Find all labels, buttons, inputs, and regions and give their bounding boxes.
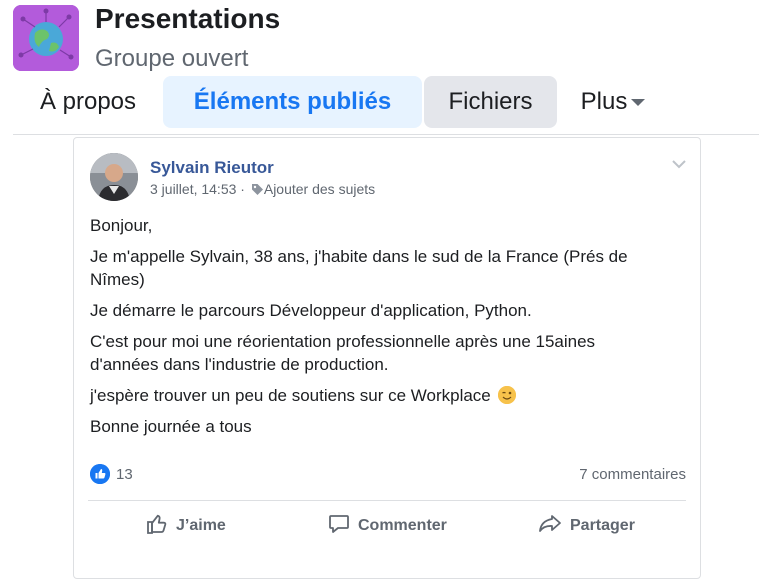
reactions-summary[interactable]: 13: [90, 464, 133, 486]
caret-down-icon: [631, 99, 646, 107]
globe-network-icon: [13, 5, 79, 71]
tab-more-label: Plus: [580, 88, 628, 115]
post-paragraph: C'est pour moi une réorientation profess…: [90, 332, 596, 374]
winking-face-icon: [497, 386, 516, 404]
tab-posts[interactable]: Éléments publiés: [163, 76, 422, 128]
add-topics-link[interactable]: Ajouter des sujets: [249, 181, 375, 197]
group-privacy-label: Groupe ouvert: [95, 45, 249, 72]
reactions-count: 13: [116, 466, 133, 483]
post-options-button[interactable]: [672, 156, 686, 169]
post-body: Bonjour, Je m'appelle Sylvain, 38 ans, j…: [90, 214, 660, 446]
tag-icon: [251, 184, 263, 195]
avatar[interactable]: [90, 153, 138, 201]
thumbs-up-icon: [147, 514, 167, 534]
group-avatar[interactable]: [13, 5, 79, 71]
share-arrow-icon: [539, 515, 561, 532]
group-tabs: À propos Éléments publiés Fichiers Plus: [13, 76, 759, 128]
like-button[interactable]: J’aime: [146, 506, 226, 546]
meta-separator: ·: [240, 181, 245, 197]
post-meta: 3 juillet, 14:53 · Ajouter des sujets: [150, 181, 375, 197]
comments-count[interactable]: 7 commentaires: [579, 464, 686, 486]
share-button[interactable]: Partager: [538, 506, 635, 546]
post-actions: J’aime Commenter Partager: [88, 506, 686, 546]
post-paragraph: Bonjour,: [90, 216, 153, 235]
post-paragraph: Bonne journée a tous: [90, 417, 252, 436]
actions-divider: [88, 500, 686, 501]
post-paragraph: Je démarre le parcours Développeur d'app…: [90, 301, 532, 320]
tab-about[interactable]: À propos: [13, 76, 163, 128]
comment-label: Commenter: [358, 517, 447, 534]
comment-icon: [329, 515, 349, 533]
chevron-down-icon: [672, 160, 686, 169]
tab-more[interactable]: Plus: [568, 76, 658, 128]
like-label: J’aime: [176, 517, 226, 534]
author-photo-icon: [90, 153, 138, 201]
post-card: Sylvain Rieutor 3 juillet, 14:53 · Ajout…: [73, 137, 701, 579]
group-title[interactable]: Presentations: [95, 2, 280, 36]
post-paragraph: Je m'appelle Sylvain, 38 ans, j'habite d…: [90, 247, 628, 289]
add-topics-label: Ajouter des sujets: [263, 181, 376, 197]
comment-button[interactable]: Commenter: [328, 506, 447, 546]
thumbs-up-icon: [90, 464, 110, 484]
share-label: Partager: [570, 517, 635, 534]
post-timestamp[interactable]: 3 juillet, 14:53: [150, 181, 236, 197]
tab-files[interactable]: Fichiers: [424, 76, 557, 128]
post-author[interactable]: Sylvain Rieutor: [150, 158, 274, 178]
post-paragraph: j'espère trouver un peu de soutiens sur …: [90, 386, 491, 405]
post-paragraph-with-emoji: j'espère trouver un peu de soutiens sur …: [90, 384, 660, 407]
tabs-divider: [13, 134, 759, 135]
